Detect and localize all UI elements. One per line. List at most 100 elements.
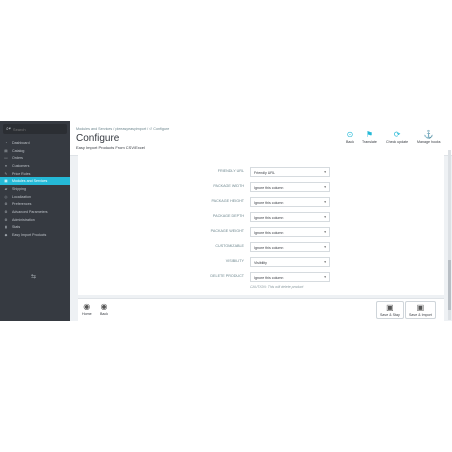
sidebar-item-label: Localization xyxy=(12,194,31,199)
sidebar-item-dashboard[interactable]: ◔ Dashboard xyxy=(0,139,70,147)
sidebar-item-label: Dashboard xyxy=(12,140,30,145)
form-row: DELETE PRODUCT Ignore this column ▾ xyxy=(78,272,444,284)
import-settings-panel: FRIENDLY URL Friendly URL ▾ PACKAGE WIDTH… xyxy=(78,151,444,295)
toolbar-translate-button[interactable]: ⚑ Translate xyxy=(362,130,377,144)
customizable-select[interactable]: Ignore this column ▾ xyxy=(250,242,330,252)
sidebar-item-label: Stats xyxy=(12,225,21,230)
localization-icon: ◎ xyxy=(4,194,8,199)
form-footer: ◉ Home ◉ Back ▣ Save & Stay ▣ Save & Imp… xyxy=(78,298,444,321)
toolbar-back-button[interactable]: ⊙ Back xyxy=(346,130,354,144)
form-row: FRIENDLY URL Friendly URL ▾ xyxy=(78,167,444,179)
field-label: CUSTOMIZABLE xyxy=(215,244,244,248)
preferences-icon: ⚙ xyxy=(4,202,8,207)
advanced-parameters-icon: ⚙ xyxy=(4,210,8,215)
sidebar-item-label: Easy Import Products xyxy=(12,233,47,238)
sidebar-item-customers[interactable]: ● Customers xyxy=(0,162,70,170)
sidebar-item-modules-and-services[interactable]: ▦ Modules and Services xyxy=(0,177,70,186)
form-row: VISIBILITY Visibility ▾ xyxy=(78,257,444,269)
sidebar: ⌕▾ ◔ Dashboard ▤ Catalog ▭ Orders ● Customers ✎ P… xyxy=(0,121,70,321)
catalog-icon: ▤ xyxy=(4,148,8,153)
form-row: PACKAGE HEIGHT Ignore this column ▾ xyxy=(78,197,444,209)
sidebar-item-label: Administration xyxy=(12,217,35,222)
sidebar-item-stats[interactable]: ▮ Stats xyxy=(0,224,70,232)
sidebar-item-label: Catalog xyxy=(12,148,25,153)
sidebar-item-label: Advanced Parameters xyxy=(12,210,48,215)
sidebar-item-label: Shipping xyxy=(12,186,26,191)
home-circle-icon: ◉ xyxy=(83,302,91,311)
sidebar-item-orders[interactable]: ▭ Orders xyxy=(0,154,70,162)
dashboard-icon: ◔ xyxy=(4,140,8,145)
search-box[interactable]: ⌕▾ xyxy=(3,124,67,134)
field-label: VISIBILITY xyxy=(225,259,244,263)
toolbar-manage-hooks-button[interactable]: ⚓ Manage hooks xyxy=(417,130,441,144)
collapse-sidebar-icon[interactable]: ⇆ xyxy=(31,273,36,280)
sidebar-item-administration[interactable]: ⚙ Administration xyxy=(0,216,70,224)
field-label: PACKAGE WEIGHT xyxy=(210,229,244,233)
sidebar-item-price-rules[interactable]: ✎ Price Rules xyxy=(0,170,70,178)
sidebar-item-localization[interactable]: ◎ Localization xyxy=(0,193,70,201)
easy-import-icon: ◆ xyxy=(4,233,8,238)
back-circle-icon: ◉ xyxy=(100,302,108,311)
sidebar-item-shipping[interactable]: ▰ Shipping xyxy=(0,185,70,193)
field-label: FRIENDLY URL xyxy=(217,169,244,173)
chevron-down-icon: ▾ xyxy=(324,185,326,189)
sidebar-item-label: Preferences xyxy=(12,202,32,207)
sidebar-nav: ◔ Dashboard ▤ Catalog ▭ Orders ● Customers ✎ Pric… xyxy=(0,139,70,239)
sidebar-item-label: Customers xyxy=(12,163,30,168)
field-label: PACKAGE HEIGHT xyxy=(211,199,244,203)
save-icon: ▣ xyxy=(386,303,394,312)
flag-icon: ⚑ xyxy=(365,130,374,139)
sidebar-item-catalog[interactable]: ▤ Catalog xyxy=(0,147,70,155)
sidebar-item-easy-import-products[interactable]: ◆ Easy Import Products xyxy=(0,231,70,239)
package-height-select[interactable]: Ignore this column ▾ xyxy=(250,197,330,207)
field-label: PACKAGE DEPTH xyxy=(212,214,244,218)
search-input[interactable] xyxy=(10,126,53,132)
chevron-down-icon: ▾ xyxy=(324,245,326,249)
modules-icon: ▦ xyxy=(4,179,8,184)
footer-back-button[interactable]: ◉ Back xyxy=(100,302,108,316)
breadcrumb: Modules and Services / pleeasyeasyimport… xyxy=(76,127,170,131)
package-depth-select[interactable]: Ignore this column ▾ xyxy=(250,212,330,222)
chevron-down-icon: ▾ xyxy=(324,215,326,219)
form-row: PACKAGE WIDTH Ignore this column ▾ xyxy=(78,182,444,194)
chevron-down-icon: ▾ xyxy=(324,260,326,264)
page-title: Configure xyxy=(76,133,120,144)
back-circle-icon: ⊙ xyxy=(346,130,354,139)
package-weight-select[interactable]: Ignore this column ▾ xyxy=(250,227,330,237)
field-label: DELETE PRODUCT xyxy=(210,274,244,278)
chevron-down-icon: ▾ xyxy=(324,170,326,174)
sidebar-item-advanced-parameters[interactable]: ⚙ Advanced Parameters xyxy=(0,208,70,216)
save-import-button[interactable]: ▣ Save & Import xyxy=(405,301,436,319)
form-row: PACKAGE DEPTH Ignore this column ▾ xyxy=(78,212,444,224)
visibility-select[interactable]: Visibility ▾ xyxy=(250,257,330,267)
save-stay-button[interactable]: ▣ Save & Stay xyxy=(376,301,404,319)
sidebar-item-label: Orders xyxy=(12,156,23,161)
delete-product-select[interactable]: Ignore this column ▾ xyxy=(250,272,330,282)
price-rules-icon: ✎ xyxy=(4,171,8,176)
customers-icon: ● xyxy=(4,163,8,168)
administration-icon: ⚙ xyxy=(4,217,8,222)
form-row: PACKAGE WEIGHT Ignore this column ▾ xyxy=(78,227,444,239)
caution-note: CAUTION: This will delete product xyxy=(250,285,304,289)
friendly-url-select[interactable]: Friendly URL ▾ xyxy=(250,167,330,177)
chevron-down-icon: ▾ xyxy=(324,200,326,204)
form-row: CUSTOMIZABLE Ignore this column ▾ xyxy=(78,242,444,254)
refresh-icon: ⟳ xyxy=(393,130,401,139)
sidebar-item-label: Modules and Services xyxy=(12,179,48,184)
save-icon: ▣ xyxy=(416,303,425,312)
page-subtitle: Easy Import Products From CSV/Excel xyxy=(76,145,145,150)
stats-icon: ▮ xyxy=(5,225,7,230)
home-button[interactable]: ◉ Home xyxy=(82,302,92,316)
scrollbar-thumb[interactable] xyxy=(448,260,451,310)
package-width-select[interactable]: Ignore this column ▾ xyxy=(250,182,330,192)
anchor-icon: ⚓ xyxy=(423,130,434,139)
sidebar-item-preferences[interactable]: ⚙ Preferences xyxy=(0,201,70,209)
chevron-down-icon: ▾ xyxy=(324,230,326,234)
sidebar-item-label: Price Rules xyxy=(12,171,31,176)
chevron-down-icon: ▾ xyxy=(324,275,326,279)
shipping-icon: ▰ xyxy=(4,186,8,191)
field-label: PACKAGE WIDTH xyxy=(213,184,244,188)
toolbar-check-update-button[interactable]: ⟳ Check update xyxy=(386,130,408,144)
scrollbar[interactable] xyxy=(448,150,451,320)
orders-icon: ▭ xyxy=(4,156,8,161)
